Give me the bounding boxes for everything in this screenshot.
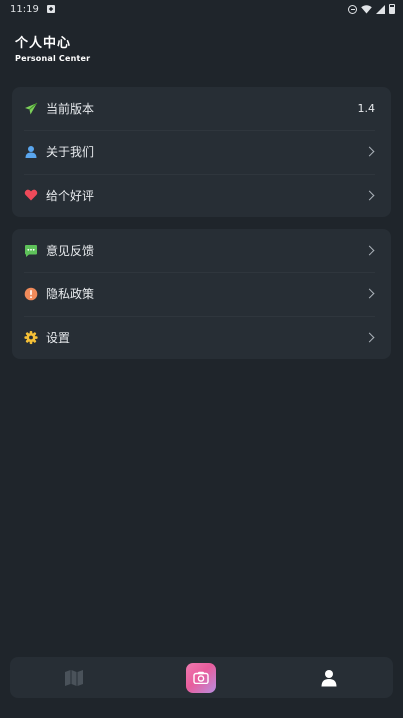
signal-icon [376,4,385,14]
info-card: 当前版本 1.4 关于我们 给个好评 [12,87,391,217]
alert-icon [24,287,38,301]
heart-icon [24,188,38,202]
page-header: 个人中心 Personal Center [15,36,90,64]
row-label: 意见反馈 [46,244,95,259]
row-rate-us[interactable]: 给个好评 [12,173,391,217]
chevron-right-icon [364,190,375,201]
notification-icon [46,5,55,13]
camera-icon [186,662,217,693]
status-bar: 11:19 [0,0,403,18]
chat-bubble-icon [24,244,38,258]
do-not-disturb-icon [348,4,357,14]
row-label: 隐私政策 [46,287,95,302]
row-feedback[interactable]: 意见反馈 [12,229,391,272]
row-privacy-policy[interactable]: 隐私政策 [12,272,391,315]
version-value: 1.4 [357,102,376,116]
row-settings[interactable]: 设置 [12,315,391,359]
nav-profile[interactable] [299,657,359,698]
gear-icon [24,330,38,344]
map-icon [64,669,83,686]
row-label: 当前版本 [46,102,95,117]
settings-card: 意见反馈 隐私政策 设置 [12,229,391,359]
bottom-navigation [10,657,393,698]
row-label: 关于我们 [46,145,95,160]
page-title: 个人中心 [15,36,72,51]
chevron-right-icon [364,146,375,157]
chevron-right-icon [364,288,375,299]
nav-map[interactable] [44,657,104,698]
battery-icon [389,4,395,14]
wifi-icon [361,4,372,13]
row-label: 给个好评 [46,188,95,203]
paper-plane-icon [24,102,38,116]
status-time: 11:19 [10,3,39,15]
row-about-us[interactable]: 关于我们 [12,130,391,173]
row-current-version[interactable]: 当前版本 1.4 [12,87,391,130]
row-label: 设置 [46,330,71,345]
profile-icon [321,669,337,686]
user-icon [24,145,38,159]
nav-camera[interactable] [171,657,231,698]
chevron-right-icon [364,245,375,256]
screen: 11:19 个人中心 Personal Center 当前版本 1.4 关于我们… [0,0,403,718]
page-subtitle: Personal Center [15,54,91,63]
chevron-right-icon [364,332,375,343]
